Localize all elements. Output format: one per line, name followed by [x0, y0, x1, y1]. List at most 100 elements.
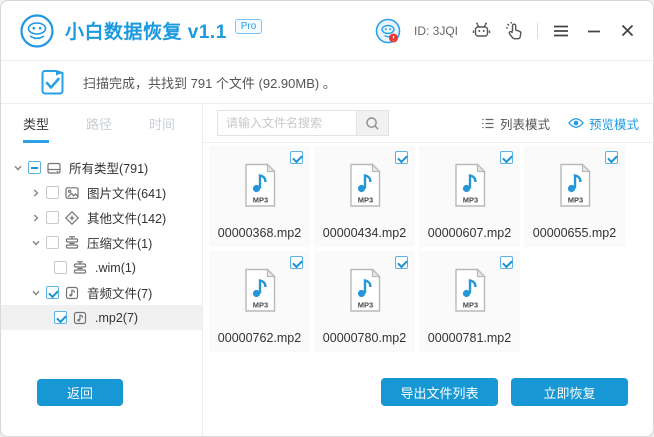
file-cell[interactable]: MP3 00000762.mp2 — [209, 251, 310, 352]
audio-icon — [64, 285, 81, 301]
robot-icon[interactable] — [471, 21, 491, 41]
archive-icon — [72, 260, 89, 276]
list-mode-toggle[interactable]: 列表模式 — [481, 114, 550, 133]
checkbox-unchecked[interactable] — [54, 261, 67, 274]
view-mode-toggles: 列表模式 预览模式 — [481, 114, 639, 133]
svg-text:MP3: MP3 — [462, 196, 477, 205]
list-mode-label: 列表模式 — [500, 114, 550, 133]
tab-path[interactable]: 路径 — [86, 114, 112, 143]
scan-status-bar: 扫描完成，共找到 791 个文件 (92.90MB) 。 — [1, 61, 653, 104]
file-cell[interactable]: MP3 00000607.mp2 — [419, 146, 520, 247]
pro-badge: Pro — [235, 19, 263, 34]
file-checkbox-checked[interactable] — [290, 256, 303, 269]
tree-item-other-files[interactable]: 其他文件(142) — [1, 205, 202, 230]
export-file-list-button[interactable]: 导出文件列表 — [381, 378, 498, 406]
file-checkbox-checked[interactable] — [290, 151, 303, 164]
file-name: 00000607.mp2 — [419, 226, 520, 240]
preview-mode-label: 预览模式 — [589, 114, 639, 133]
touch-icon[interactable] — [504, 21, 524, 41]
search-input[interactable] — [218, 111, 356, 135]
audio-icon — [72, 310, 89, 326]
app-logo-icon — [19, 13, 55, 49]
sidebar-tabs: 类型 路径 时间 — [1, 114, 202, 143]
titlebar-separator — [537, 23, 538, 39]
svg-text:MP3: MP3 — [357, 196, 372, 205]
mp3-file-icon: MP3 — [242, 268, 278, 313]
file-name: 00000780.mp2 — [314, 331, 415, 345]
mp3-file-icon: MP3 — [242, 163, 278, 208]
file-name: 00000368.mp2 — [209, 226, 310, 240]
file-type-tree: 所有类型(791) 图片文件(641) — [1, 155, 202, 330]
archive-icon — [64, 235, 81, 251]
tab-time[interactable]: 时间 — [149, 114, 175, 143]
menu-icon[interactable] — [551, 21, 571, 41]
file-checkbox-checked[interactable] — [500, 151, 513, 164]
eye-icon — [568, 117, 584, 129]
tab-type[interactable]: 类型 — [23, 114, 49, 143]
chevron-right-icon[interactable] — [29, 186, 43, 200]
mp3-file-icon: MP3 — [557, 163, 593, 208]
file-grid: MP3 00000368.mp2 MP3 — [209, 146, 645, 352]
tree-item-label: 音频文件(7) — [87, 283, 152, 302]
tree-item-label: 所有类型(791) — [69, 158, 148, 177]
tree-item-mp2[interactable]: .mp2(7) — [1, 305, 202, 330]
recover-now-button[interactable]: 立即恢复 — [511, 378, 628, 406]
minimize-icon[interactable] — [584, 21, 604, 41]
chevron-down-icon[interactable] — [11, 161, 25, 175]
file-name: 00000434.mp2 — [314, 226, 415, 240]
checkbox-unchecked[interactable] — [46, 186, 59, 199]
checkbox-checked[interactable] — [54, 311, 67, 324]
back-button[interactable]: 返回 — [37, 379, 123, 406]
titlebar-actions: ID: 3JQI — [375, 18, 637, 44]
svg-text:MP3: MP3 — [252, 196, 267, 205]
tree-item-label: .wim(1) — [95, 261, 136, 275]
scan-status-text: 扫描完成，共找到 791 个文件 (92.90MB) 。 — [83, 73, 336, 92]
file-checkbox-checked[interactable] — [395, 256, 408, 269]
sidebar: 类型 路径 时间 所有类型(791) — [1, 104, 203, 437]
file-name: 00000655.mp2 — [524, 226, 625, 240]
chevron-down-icon[interactable] — [29, 236, 43, 250]
file-checkbox-checked[interactable] — [605, 151, 618, 164]
tree-item-label: 压缩文件(1) — [87, 233, 152, 252]
search-box — [217, 110, 389, 136]
svg-text:MP3: MP3 — [567, 196, 582, 205]
tree-item-label: 其他文件(142) — [87, 208, 166, 227]
tree-item-label: .mp2(7) — [95, 311, 138, 325]
list-icon — [481, 117, 495, 130]
file-name: 00000762.mp2 — [209, 331, 310, 345]
mp3-file-icon: MP3 — [347, 163, 383, 208]
user-id-label: ID: 3JQI — [414, 24, 458, 38]
file-cell[interactable]: MP3 00000368.mp2 — [209, 146, 310, 247]
checkbox-unchecked[interactable] — [46, 211, 59, 224]
other-files-icon — [64, 210, 81, 226]
toolbar: 列表模式 预览模式 — [203, 104, 653, 143]
chevron-right-icon[interactable] — [29, 211, 43, 225]
tree-item-archive-files[interactable]: 压缩文件(1) — [1, 230, 202, 255]
file-name: 00000781.mp2 — [419, 331, 520, 345]
tree-item-image-files[interactable]: 图片文件(641) — [1, 180, 202, 205]
mp3-file-icon: MP3 — [347, 268, 383, 313]
tree-item-audio-files[interactable]: 音频文件(7) — [1, 280, 202, 305]
close-icon[interactable] — [617, 21, 637, 41]
checkbox-checked[interactable] — [46, 286, 59, 299]
svg-text:MP3: MP3 — [252, 301, 267, 310]
checkbox-indeterminate[interactable] — [28, 161, 41, 174]
search-button[interactable] — [356, 111, 388, 135]
checkbox-unchecked[interactable] — [46, 236, 59, 249]
svg-text:MP3: MP3 — [357, 301, 372, 310]
user-avatar[interactable] — [375, 18, 401, 44]
image-icon — [64, 185, 81, 201]
preview-mode-toggle[interactable]: 预览模式 — [568, 114, 639, 133]
mp3-file-icon: MP3 — [452, 268, 488, 313]
file-cell[interactable]: MP3 00000434.mp2 — [314, 146, 415, 247]
file-cell[interactable]: MP3 00000781.mp2 — [419, 251, 520, 352]
app-title: 小白数据恢复 v1.1 — [65, 17, 227, 44]
tree-item-wim[interactable]: .wim(1) — [1, 255, 202, 280]
file-cell[interactable]: MP3 00000780.mp2 — [314, 251, 415, 352]
titlebar: 小白数据恢复 v1.1 Pro ID: 3JQI — [1, 1, 653, 61]
file-checkbox-checked[interactable] — [395, 151, 408, 164]
file-checkbox-checked[interactable] — [500, 256, 513, 269]
file-cell[interactable]: MP3 00000655.mp2 — [524, 146, 625, 247]
tree-item-all-types[interactable]: 所有类型(791) — [1, 155, 202, 180]
chevron-down-icon[interactable] — [29, 286, 43, 300]
